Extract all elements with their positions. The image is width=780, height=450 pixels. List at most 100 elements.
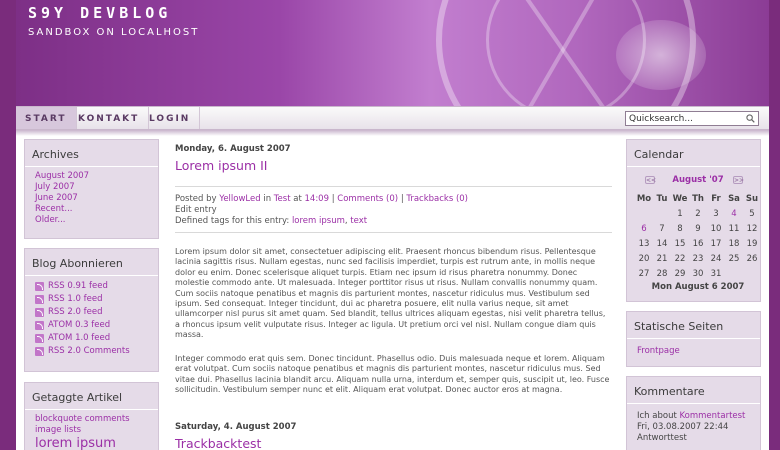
author-link[interactable]: YellowLed [219, 194, 260, 204]
weekday: Su [745, 193, 759, 204]
weekday-row: Mo Tu We Th Fr Sa Su [635, 191, 761, 206]
calendar-day: 7 [659, 223, 665, 234]
calendar-month[interactable]: August '07 [672, 175, 723, 185]
subscribe-box: Blog Abonnieren RSS 0.91 feed RSS 1.0 fe… [24, 248, 159, 372]
feed-item[interactable]: ATOM 1.0 feed [35, 332, 158, 345]
calendar-week: 1 2 345 [635, 206, 761, 221]
edit-entry-link[interactable]: Edit entry [175, 205, 217, 216]
nav-item-kontakt[interactable]: KONTAKT [69, 107, 150, 129]
post-title[interactable]: Lorem ipsum II [175, 158, 267, 173]
calendar-day[interactable]: 4 [725, 206, 743, 221]
header-decoration [616, 20, 706, 90]
tag-link[interactable]: lorem ipsum [35, 436, 158, 450]
calendar-header: << August '07 >> [635, 175, 761, 189]
weekday: Fr [711, 193, 721, 204]
trackbacks-link[interactable]: Trackbacks (0) [406, 194, 468, 204]
feed-item[interactable]: ATOM 0.3 feed [35, 319, 158, 332]
prev-month-button[interactable]: << [645, 176, 656, 184]
nav-shadow [16, 130, 769, 136]
calendar-day: 15 [674, 238, 686, 249]
archive-link[interactable]: Older... [35, 215, 158, 226]
calendar-grid: Mo Tu We Th Fr Sa Su 1 2 3 4 5 6 7 8 9 10 11 12 13 14… [635, 191, 761, 281]
calendar-week: 6 7 8 9 10 11 12 [635, 221, 761, 236]
feed-item[interactable]: RSS 2.0 Comments [35, 345, 158, 358]
calendar-day: 24 [710, 253, 722, 264]
page-frame: S9Y DEVBLOG SANDBOX ON LOCALHOST START K… [16, 0, 769, 450]
feed-item[interactable]: RSS 1.0 feed [35, 293, 158, 306]
feed-link[interactable]: RSS 2.0 Comments [48, 345, 130, 358]
calendar-day [635, 206, 653, 221]
rss-icon [35, 347, 44, 356]
archive-link[interactable]: June 2007 [35, 193, 158, 204]
site-title[interactable]: S9Y DEVBLOG [28, 4, 171, 22]
search-icon[interactable] [746, 114, 755, 123]
feed-item[interactable]: RSS 0.91 feed [35, 280, 158, 293]
static-pages-list: Frontpage [627, 339, 760, 357]
post-body: Integer commodo erat quis sem. Donec tin… [175, 354, 610, 395]
tag-link[interactable]: lorem ipsum [292, 216, 345, 226]
calendar-day: 17 [710, 238, 722, 249]
tag-link[interactable]: blockquote comments [35, 414, 158, 425]
calendar-day: 23 [692, 253, 704, 264]
post-tags: Defined tags for this entry: lorem ipsum… [175, 216, 367, 227]
calendar-day: 14 [656, 238, 668, 249]
quicksearch-input[interactable] [625, 111, 759, 126]
rss-icon [35, 308, 44, 317]
calendar: << August '07 >> Mo Tu We Th Fr Sa Su 1 … [635, 175, 761, 292]
calendar-day[interactable]: 6 [635, 221, 653, 236]
weekday: Mo [636, 193, 652, 204]
rss-icon [35, 282, 44, 291]
calendar-day: 19 [746, 238, 758, 249]
archive-link[interactable]: August 2007 [35, 171, 158, 182]
feed-link[interactable]: ATOM 0.3 feed [48, 319, 110, 332]
calendar-day: 29 [674, 268, 686, 279]
tagged-title: Getaggte Artikel [25, 383, 158, 410]
post-title[interactable]: Trackbacktest [175, 436, 261, 450]
subscribe-title: Blog Abonnieren [25, 249, 158, 276]
archive-link[interactable]: July 2007 [35, 182, 158, 193]
tag-link[interactable]: text [350, 216, 367, 226]
comment-post-link[interactable]: Kommentartest [680, 411, 746, 421]
calendar-week: 27 28 29 30 31 [635, 266, 761, 281]
category-link[interactable]: Test [274, 194, 291, 204]
comments-link[interactable]: Comments (0) [337, 194, 398, 204]
feed-link[interactable]: RSS 2.0 feed [48, 306, 102, 319]
weekday: Sa [728, 193, 740, 204]
calendar-days: 1 2 3 4 5 6 7 8 9 10 11 12 13 14 15 16 17 18 19 20 21 22 23 24 2… [635, 206, 761, 281]
feed-link[interactable]: RSS 0.91 feed [48, 280, 108, 293]
comments-box: Kommentare Ich about Kommentartest Fri, … [626, 376, 761, 450]
calendar-day: 16 [692, 238, 704, 249]
site-subtitle: SANDBOX ON LOCALHOST [28, 27, 200, 38]
feed-item[interactable]: RSS 2.0 feed [35, 306, 158, 319]
calendar-day: 11 [728, 223, 740, 234]
comment-author: Ich about [637, 411, 677, 421]
frontpage-link[interactable]: Frontpage [637, 346, 760, 357]
posted-by-label: Posted by [175, 194, 217, 204]
calendar-day [725, 266, 743, 281]
time-link[interactable]: 14:09 [305, 194, 330, 204]
calendar-day: 1 [677, 208, 683, 219]
rss-icon [35, 295, 44, 304]
calendar-day: 21 [656, 253, 668, 264]
rss-icon [35, 321, 44, 330]
divider [175, 186, 612, 187]
calendar-day: 8 [677, 223, 683, 234]
tag-link[interactable]: image lists [35, 425, 158, 436]
feed-link[interactable]: RSS 1.0 feed [48, 293, 102, 306]
calendar-day [743, 266, 761, 281]
calendar-day: 2 [695, 208, 701, 219]
calendar-day: 31 [710, 268, 722, 279]
calendar-day: 5 [749, 208, 755, 219]
static-pages-box: Statische Seiten Frontpage [626, 311, 761, 367]
weekday: We [672, 193, 688, 204]
feed-list: RSS 0.91 feed RSS 1.0 feed RSS 2.0 feed … [25, 276, 158, 358]
next-month-button[interactable]: >> [733, 176, 744, 184]
nav-item-start[interactable]: START [16, 107, 77, 129]
archive-link[interactable]: Recent... [35, 204, 158, 215]
calendar-day: 28 [656, 268, 668, 279]
calendar-day: 12 [746, 223, 758, 234]
feed-link[interactable]: ATOM 1.0 feed [48, 332, 110, 345]
static-pages-title: Statische Seiten [627, 312, 760, 339]
meta-separator: | [400, 194, 404, 204]
nav-item-login[interactable]: LOGIN [140, 107, 201, 129]
